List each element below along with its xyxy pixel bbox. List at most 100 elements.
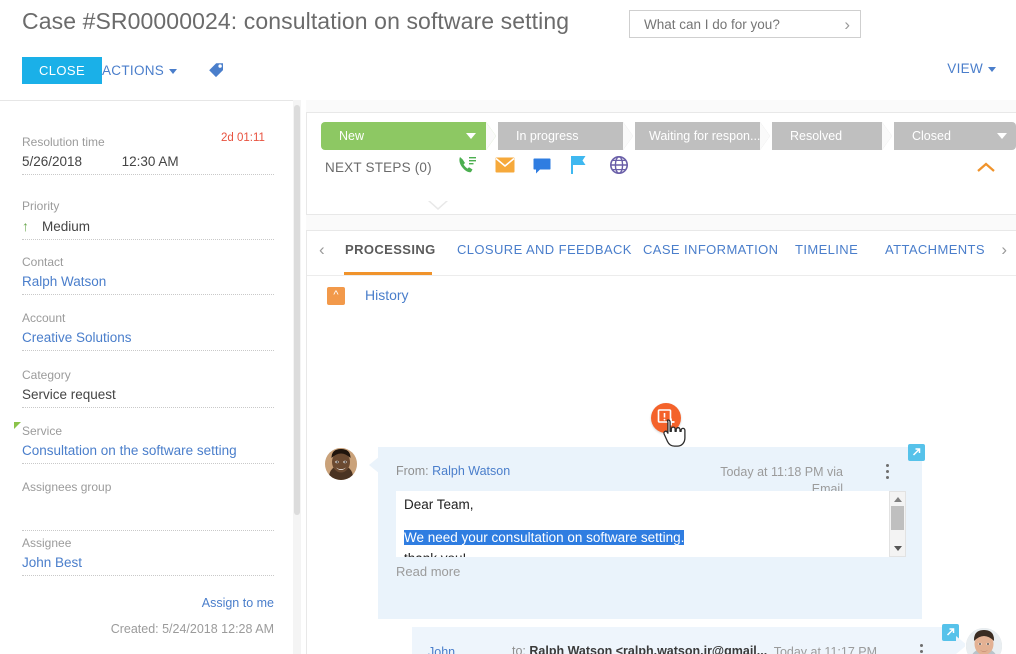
- tabs-prev-icon[interactable]: ‹: [319, 240, 325, 260]
- field-account: Account Creative Solutions: [22, 311, 274, 351]
- chevron-up-icon[interactable]: ^: [327, 287, 345, 305]
- account-link[interactable]: Creative Solutions: [22, 330, 274, 351]
- message-body[interactable]: Dear Team, We need your consultation on …: [396, 491, 889, 557]
- field-assignees-group: Assignees group: [22, 480, 274, 531]
- tag-icon[interactable]: [208, 61, 225, 83]
- globe-icon[interactable]: [610, 156, 628, 179]
- message-body-scrollbar[interactable]: [889, 491, 906, 557]
- email-icon[interactable]: [495, 157, 515, 178]
- avatar: [324, 447, 358, 481]
- sidebar-scrollbar[interactable]: [293, 100, 301, 654]
- case-main-area: New In progress Waiting for respon... Re…: [306, 100, 1016, 654]
- search-input[interactable]: [642, 16, 826, 33]
- to-value: Ralph Watson <ralph.watson.jr@gmail...: [529, 644, 768, 654]
- resolution-clock: 12:30 AM: [121, 154, 179, 169]
- chevron-down-icon: [466, 133, 476, 139]
- stepper-step-label: New: [339, 129, 365, 143]
- flag-icon[interactable]: [571, 156, 587, 179]
- field-label: Assignees group: [22, 480, 112, 494]
- stepper-step-in-progress[interactable]: In progress: [498, 122, 623, 150]
- omnibox[interactable]: ›: [629, 10, 861, 38]
- next-steps-bar: NEXT STEPS (0): [325, 156, 628, 177]
- stepper-step-resolved[interactable]: Resolved: [772, 122, 882, 150]
- next-steps-label: NEXT STEPS (0): [325, 160, 432, 175]
- message-line-blank: [396, 515, 889, 527]
- read-more-link[interactable]: Read more: [396, 564, 460, 579]
- sidebar-scrollbar-thumb[interactable]: [294, 105, 300, 515]
- field-label: Category: [22, 368, 71, 382]
- close-button[interactable]: CLOSE: [22, 57, 103, 84]
- assignees-group-value[interactable]: [22, 499, 274, 531]
- to-label: to:: [512, 644, 526, 654]
- field-label: Contact: [22, 255, 64, 269]
- from-name[interactable]: Ralph Watson: [432, 464, 510, 478]
- stepper-step-label: Waiting for respon...: [649, 129, 761, 143]
- resolution-date: 5/26/2018: [22, 154, 83, 169]
- priority-value[interactable]: ↑ Medium: [22, 218, 274, 240]
- contact-link[interactable]: Ralph Watson: [22, 274, 274, 295]
- stepper-divider: [623, 122, 633, 150]
- category-value[interactable]: Service request: [22, 387, 274, 408]
- field-contact: Contact Ralph Watson: [22, 255, 274, 295]
- chevron-down-icon: [169, 68, 178, 74]
- expand-icon[interactable]: [908, 444, 925, 461]
- active-tab-indicator: [344, 272, 432, 275]
- message-outgoing: John Best to: Ralph Watson <ralph.watson…: [412, 624, 959, 654]
- case-details-sidebar: Resolution time 5/26/2018 12:30 AM 2d 01…: [0, 100, 293, 654]
- resolution-time-value[interactable]: 5/26/2018 12:30 AM: [22, 154, 274, 175]
- field-priority: Priority ↑ Medium: [22, 199, 274, 240]
- field-label: Assignee: [22, 536, 72, 550]
- kebab-menu-icon[interactable]: [886, 464, 889, 482]
- assignee-link[interactable]: John Best: [22, 555, 274, 576]
- chevron-down-icon: [997, 133, 1007, 139]
- scrollbar-thumb[interactable]: [891, 506, 904, 530]
- message-sender[interactable]: John Best: [428, 644, 468, 654]
- tab-case-information[interactable]: CASE INFORMATION: [643, 242, 778, 257]
- tabs-next-icon[interactable]: ›: [1001, 240, 1007, 260]
- field-service: Service Consultation on the software set…: [14, 422, 274, 464]
- scroll-up-icon[interactable]: [894, 497, 902, 502]
- tab-processing[interactable]: PROCESSING: [345, 242, 436, 257]
- view-menu[interactable]: VIEW: [947, 61, 996, 76]
- priority-text: Medium: [42, 219, 91, 234]
- message-recipient: to: Ralph Watson <ralph.watson.jr@gmail.…: [512, 644, 767, 654]
- tab-timeline[interactable]: TIMELINE: [795, 242, 858, 257]
- message-incoming: From: Ralph Watson Today at 11:18 PM via…: [378, 444, 925, 619]
- message-line: thank you!: [396, 548, 889, 557]
- view-label: VIEW: [947, 61, 983, 76]
- hand-cursor: [661, 418, 687, 453]
- chevron-down-icon: [988, 66, 996, 72]
- field-label: Account: [22, 311, 66, 325]
- stepper-step-new[interactable]: New: [321, 122, 486, 150]
- assign-to-me-link[interactable]: Assign to me: [202, 596, 274, 610]
- history-title[interactable]: History: [365, 287, 409, 303]
- service-link[interactable]: Consultation on the software setting: [22, 443, 274, 464]
- panel-pointer: [429, 200, 447, 208]
- stepper-step-label: In progress: [516, 129, 579, 143]
- tab-bar: ‹ PROCESSING CLOSURE AND FEEDBACK CASE I…: [307, 231, 1016, 276]
- phone-call-icon[interactable]: [456, 154, 478, 181]
- next-steps-collapse-button[interactable]: [976, 161, 996, 179]
- kebab-menu-icon[interactable]: [920, 644, 923, 654]
- actions-label: ACTIONS: [102, 63, 165, 78]
- field-assignee: Assignee John Best: [22, 536, 274, 576]
- stepper-step-waiting[interactable]: Waiting for respon...: [635, 122, 760, 150]
- case-status-stepper: New In progress Waiting for respon... Re…: [321, 122, 1016, 150]
- scroll-down-icon[interactable]: [894, 546, 902, 551]
- next-steps-actions: [456, 154, 796, 184]
- message-timestamp: Today at 11:17 PM via Email: [773, 645, 877, 654]
- chevron-right-icon[interactable]: ›: [844, 14, 850, 36]
- required-marker-icon: [14, 422, 21, 429]
- actions-menu[interactable]: ACTIONS: [102, 58, 178, 83]
- field-label: Service: [22, 424, 63, 438]
- message-from: From: Ralph Watson: [396, 464, 510, 478]
- page-title: Case #SR00000024: consultation on softwa…: [22, 8, 570, 34]
- sla-countdown-badge: 2d 01:11: [221, 132, 265, 144]
- field-label: Priority: [22, 199, 60, 213]
- stepper-divider: [486, 122, 496, 150]
- stepper-divider: [882, 122, 892, 150]
- tab-closure-and-feedback[interactable]: CLOSURE AND FEEDBACK: [457, 242, 632, 257]
- chat-icon[interactable]: [533, 158, 551, 179]
- arrow-up-icon: ↑: [22, 218, 29, 234]
- tab-attachments[interactable]: ATTACHMENTS: [885, 242, 985, 257]
